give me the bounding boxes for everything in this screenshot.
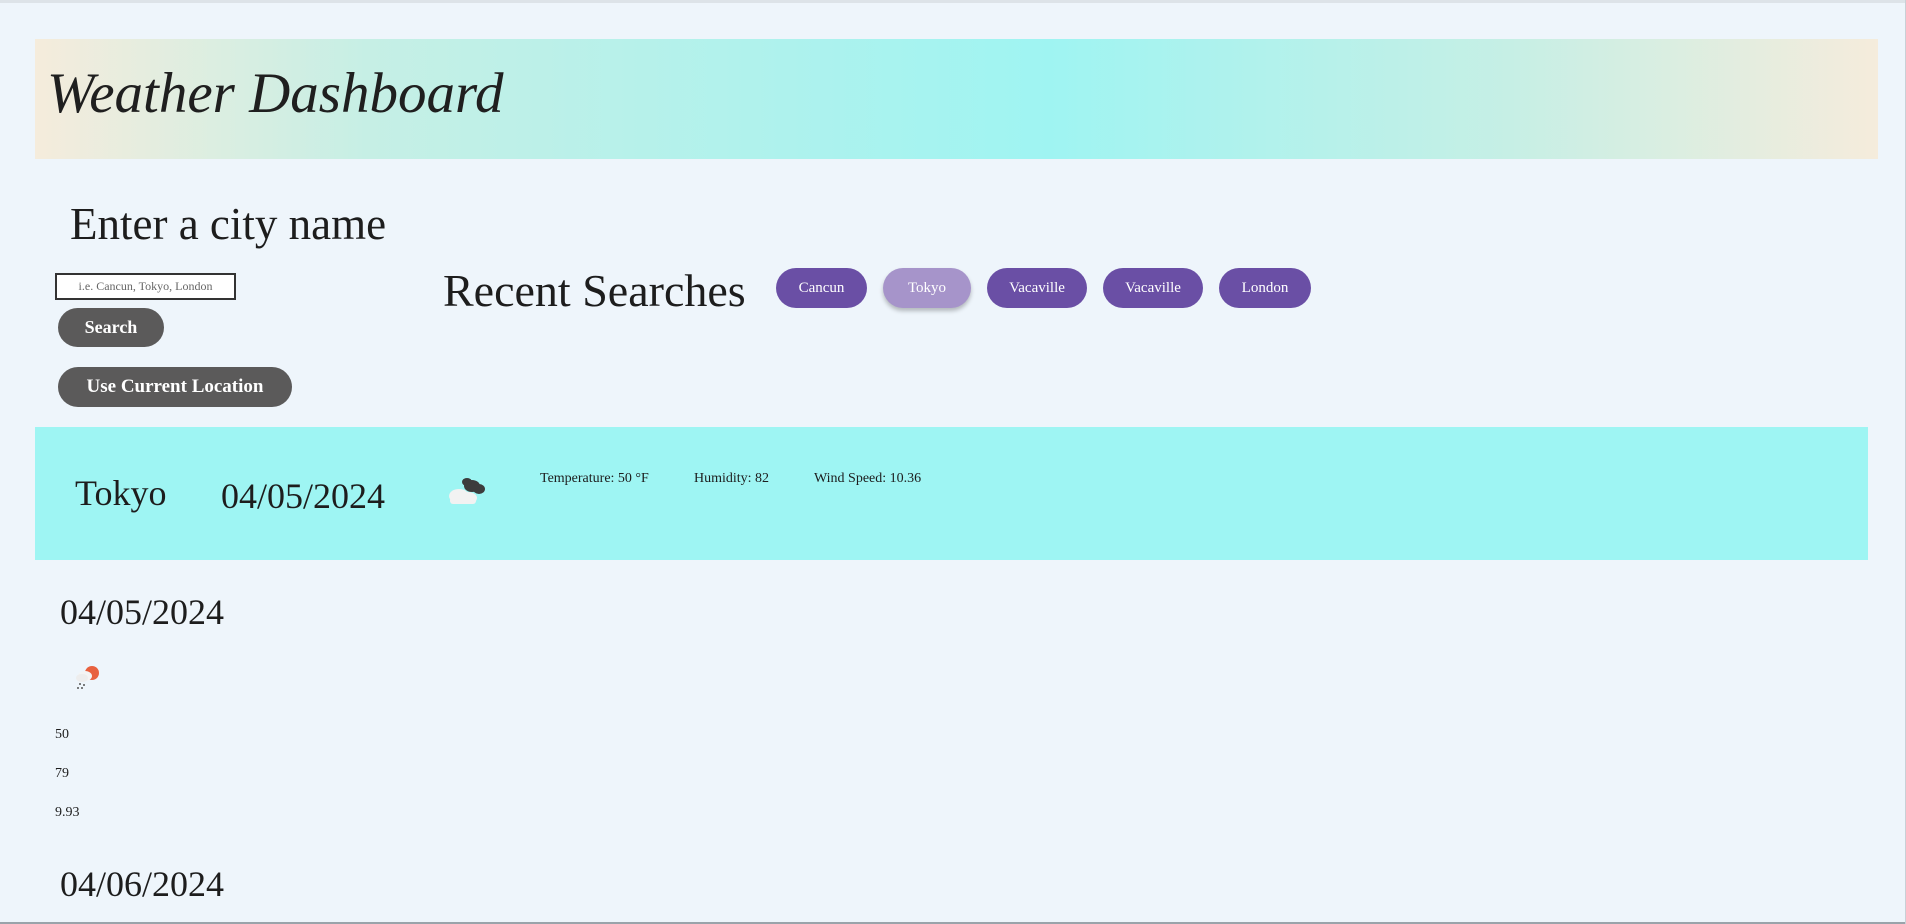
recent-searches-label: Recent Searches [443, 265, 746, 316]
top-border [0, 0, 1906, 3]
current-city: Tokyo [75, 473, 167, 513]
forecast-date: 04/05/2024 [60, 592, 225, 632]
search-button[interactable]: Search [58, 308, 164, 347]
current-temperature: Temperature: 50 °F [540, 471, 649, 486]
current-date: 04/05/2024 [221, 476, 386, 516]
current-wind-speed: Wind Speed: 10.36 [814, 471, 922, 486]
forecast-humidity: 79 [55, 766, 69, 781]
current-humidity: Humidity: 82 [694, 471, 770, 486]
sun-rain-icon [76, 666, 99, 689]
forecast-temperature: 50 [55, 727, 69, 742]
recent-search-cancun[interactable]: Cancun [776, 268, 867, 308]
recent-search-london[interactable]: London [1219, 268, 1311, 308]
use-current-location-button[interactable]: Use Current Location [58, 367, 292, 407]
current-weather-panel: Tokyo 04/05/2024 Temperature: 50 °F Humi… [35, 427, 1868, 560]
recent-search-vacaville-2[interactable]: Vacaville [1103, 268, 1203, 308]
city-search-input[interactable] [55, 273, 236, 300]
recent-search-vacaville[interactable]: Vacaville [987, 268, 1087, 308]
page-title: Weather Dashboard [47, 62, 504, 125]
recent-search-tokyo[interactable]: Tokyo [883, 268, 971, 308]
forecast-date: 04/06/2024 [60, 864, 225, 904]
broken-clouds-icon [449, 478, 485, 504]
city-input-label: Enter a city name [70, 199, 387, 249]
app-header: Weather Dashboard [35, 39, 1878, 159]
forecast-wind-speed: 9.93 [55, 805, 80, 820]
